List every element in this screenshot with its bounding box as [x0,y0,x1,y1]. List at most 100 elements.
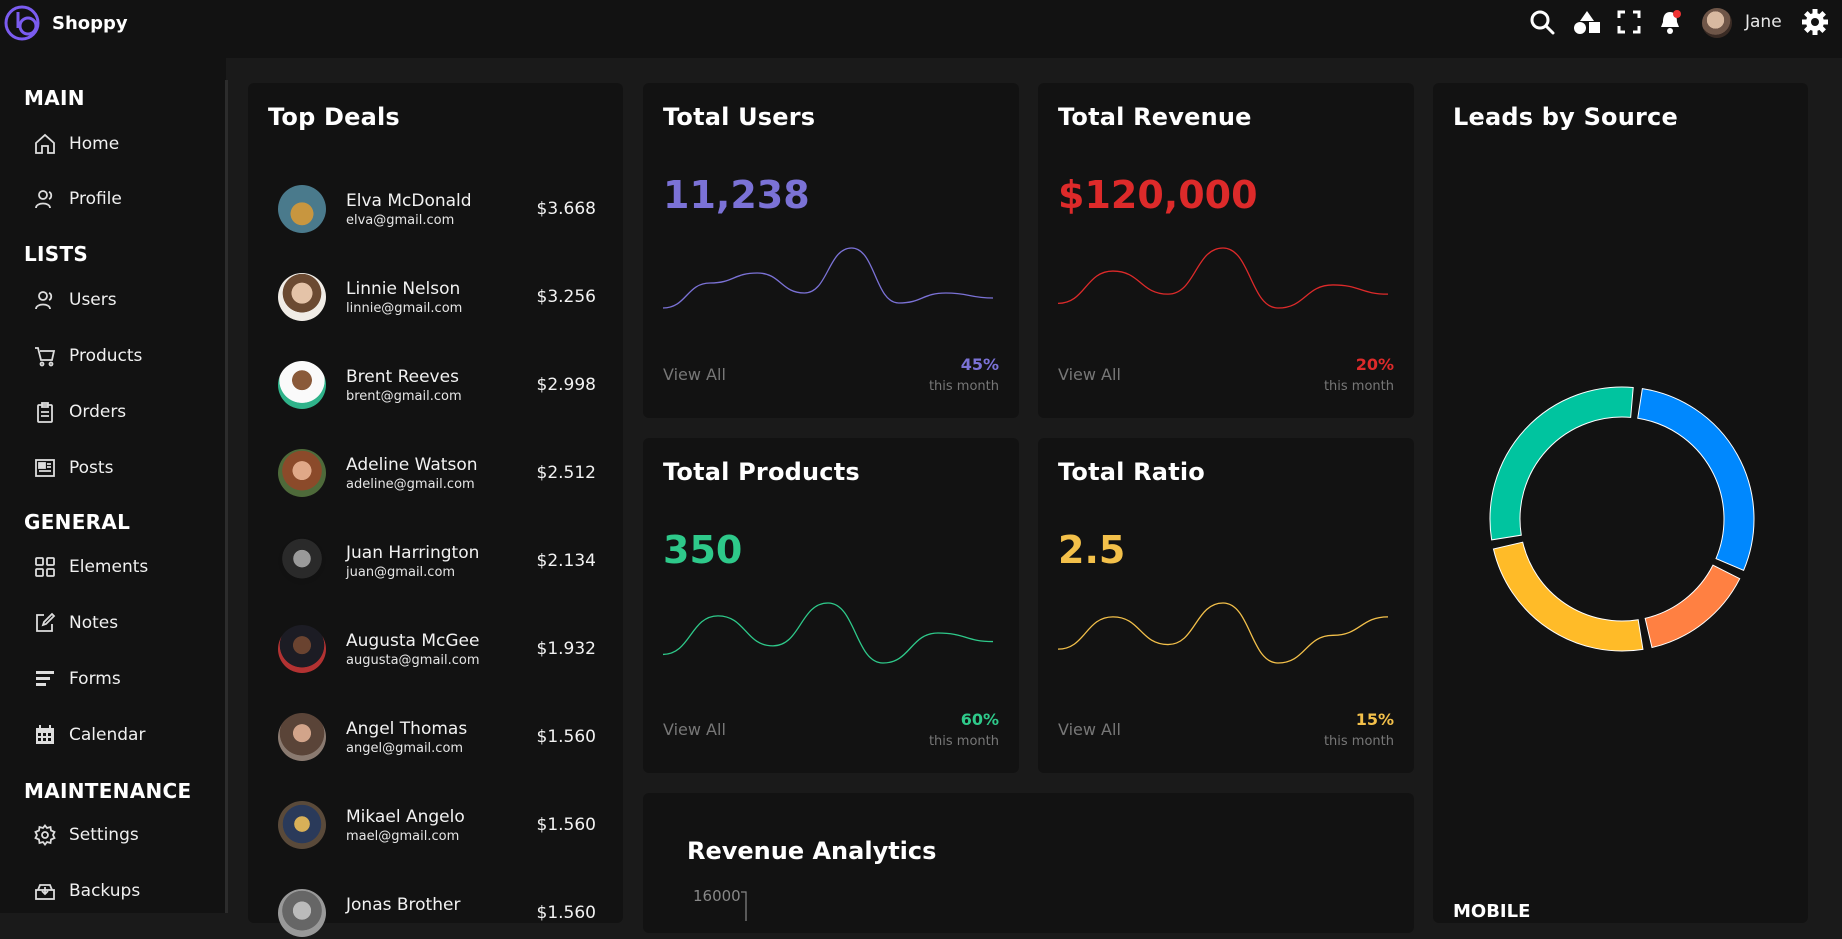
donut-slice-1[interactable] [1644,564,1741,649]
user-avatar[interactable] [1702,8,1732,38]
logo[interactable]: Shoppy [4,4,128,42]
sidebar-item-orders[interactable]: Orders [34,399,126,425]
list-item[interactable]: Linnie Nelson linnie@gmail.com $3.256 [278,273,596,323]
deal-email: mael@gmail.com [346,829,460,844]
sidebar-item-profile[interactable]: Profile [34,186,122,212]
sidebar-item-home[interactable]: Home [34,131,119,157]
sidebar-item-elements[interactable]: Elements [34,554,148,580]
sidebar-item-backups[interactable]: Backups [34,878,140,904]
total-products-card: Total Products 350 View All 60% this mon… [643,438,1019,773]
deal-name: Adeline Watson [346,455,478,475]
user-name[interactable]: Jane [1745,12,1782,32]
total-users-card: Total Users 11,238 View All 45% this mon… [643,83,1019,418]
deal-name: Mikael Angelo [346,807,465,827]
deal-amount: $3.668 [536,199,596,219]
total-users-title: Total Users [663,103,816,131]
donut-slice-3[interactable] [1489,386,1634,541]
list-item[interactable]: Brent Reeves brent@gmail.com $2.998 [278,361,596,411]
donut-slice-2[interactable] [1492,541,1644,652]
newspaper-icon [34,457,56,479]
section-title-lists: LISTS [24,242,89,266]
deal-email: linnie@gmail.com [346,301,463,316]
deal-amount: $2.134 [536,551,596,571]
view-all-link[interactable]: View All [663,720,726,739]
sidebar-item-settings[interactable]: Settings [34,822,139,848]
percent-change: 60% [960,710,999,729]
leads-donut-chart [1489,386,1755,652]
forms-icon [34,668,56,690]
period-label: this month [928,379,999,394]
y-axis-line [741,891,747,921]
section-title-general: GENERAL [24,510,131,534]
deal-name: Brent Reeves [346,367,459,387]
total-ratio-card: Total Ratio 2.5 View All 15% this month [1038,438,1414,773]
leads-by-source-card: Leads by Source MOBILE [1433,83,1808,923]
deal-amount: $1.560 [536,815,596,835]
sidebar-item-label: Posts [69,458,114,478]
avatar [278,713,326,761]
deal-name: Angel Thomas [346,719,468,739]
deal-email: juan@gmail.com [346,565,456,580]
donut-slice-0[interactable] [1637,388,1755,571]
deal-name: Augusta McGee [346,631,480,651]
sidebar-item-products[interactable]: Products [34,343,142,369]
notification-bell-icon[interactable] [1656,8,1684,36]
period-label: this month [1323,734,1394,749]
list-item[interactable]: Angel Thomas angel@gmail.com $1.560 [278,713,596,763]
deal-email: angel@gmail.com [346,741,464,756]
edit-icon [34,612,56,634]
total-products-sparkline [663,602,993,664]
cart-icon [34,345,56,367]
leads-title: Leads by Source [1453,103,1678,131]
deal-name: Linnie Nelson [346,279,461,299]
avatar [278,537,326,585]
legend-label: MOBILE [1453,901,1531,922]
percent-change: 45% [960,355,999,374]
sidebar-item-label: Profile [69,189,122,209]
total-products-value: 350 [663,528,743,572]
total-ratio-title: Total Ratio [1058,458,1205,486]
sidebar-item-posts[interactable]: Posts [34,455,113,481]
fullscreen-icon[interactable] [1615,8,1643,36]
list-item[interactable]: Mikael Angelo mael@gmail.com $1.560 [278,801,596,851]
deal-name: Juan Harrington [346,543,480,563]
top-bar: Shoppy Jane [0,0,1842,58]
settings-icon [34,824,56,846]
total-revenue-sparkline [1058,247,1388,309]
sidebar-item-forms[interactable]: Forms [34,666,121,692]
deal-email: augusta@gmail.com [346,653,480,668]
deal-amount: $2.998 [536,375,596,395]
avatar [278,273,326,321]
deal-amount: $2.512 [536,463,596,483]
total-ratio-sparkline [1058,602,1388,664]
section-title-maintenance: MAINTENANCE [24,779,192,803]
apps-icon[interactable] [1573,8,1601,36]
deal-name: Jonas Brother [346,895,461,915]
list-item[interactable]: Elva McDonald elva@gmail.com $3.668 [278,185,596,235]
list-item[interactable]: Augusta McGee augusta@gmail.com $1.932 [278,625,596,675]
deal-amount: $1.560 [536,903,596,923]
total-revenue-value: $120,000 [1058,173,1258,217]
deal-email: elva@gmail.com [346,213,455,228]
total-users-sparkline [663,247,993,309]
settings-gear-icon[interactable] [1801,8,1829,36]
list-item[interactable]: Juan Harrington juan@gmail.com $2.134 [278,537,596,587]
home-icon [34,133,56,155]
list-item[interactable]: Adeline Watson adeline@gmail.com $2.512 [278,449,596,499]
sidebar-item-calendar[interactable]: Calendar [34,722,145,748]
total-ratio-value: 2.5 [1058,528,1126,572]
backup-icon [34,880,56,902]
search-icon[interactable] [1528,8,1556,36]
sidebar-item-label: Orders [69,402,127,422]
view-all-link[interactable]: View All [663,365,726,384]
total-revenue-title: Total Revenue [1058,103,1252,131]
sidebar-item-label: Forms [69,669,121,689]
sidebar-item-label: Users [69,290,117,310]
deal-email: adeline@gmail.com [346,477,475,492]
sidebar-item-users[interactable]: Users [34,287,117,313]
view-all-link[interactable]: View All [1058,365,1121,384]
sidebar-item-notes[interactable]: Notes [34,610,118,636]
view-all-link[interactable]: View All [1058,720,1121,739]
deal-email: brent@gmail.com [346,389,462,404]
list-item[interactable]: Jonas Brother $1.560 [278,889,596,939]
